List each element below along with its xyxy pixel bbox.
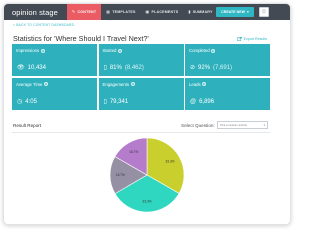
result-pie-chart: 33.3% 33.3% 16.7% 16.7% <box>109 137 185 213</box>
pie-slice-label: 16.7% <box>129 150 138 154</box>
pie-slice-label: 16.7% <box>116 173 125 177</box>
pie-slice-label: 33.3% <box>143 200 152 204</box>
app-window: opinion stage ✎ CONTENT ▦ TEMPLATES ▣ PL… <box>3 3 291 225</box>
pie-slice-label: 33.3% <box>166 160 175 164</box>
